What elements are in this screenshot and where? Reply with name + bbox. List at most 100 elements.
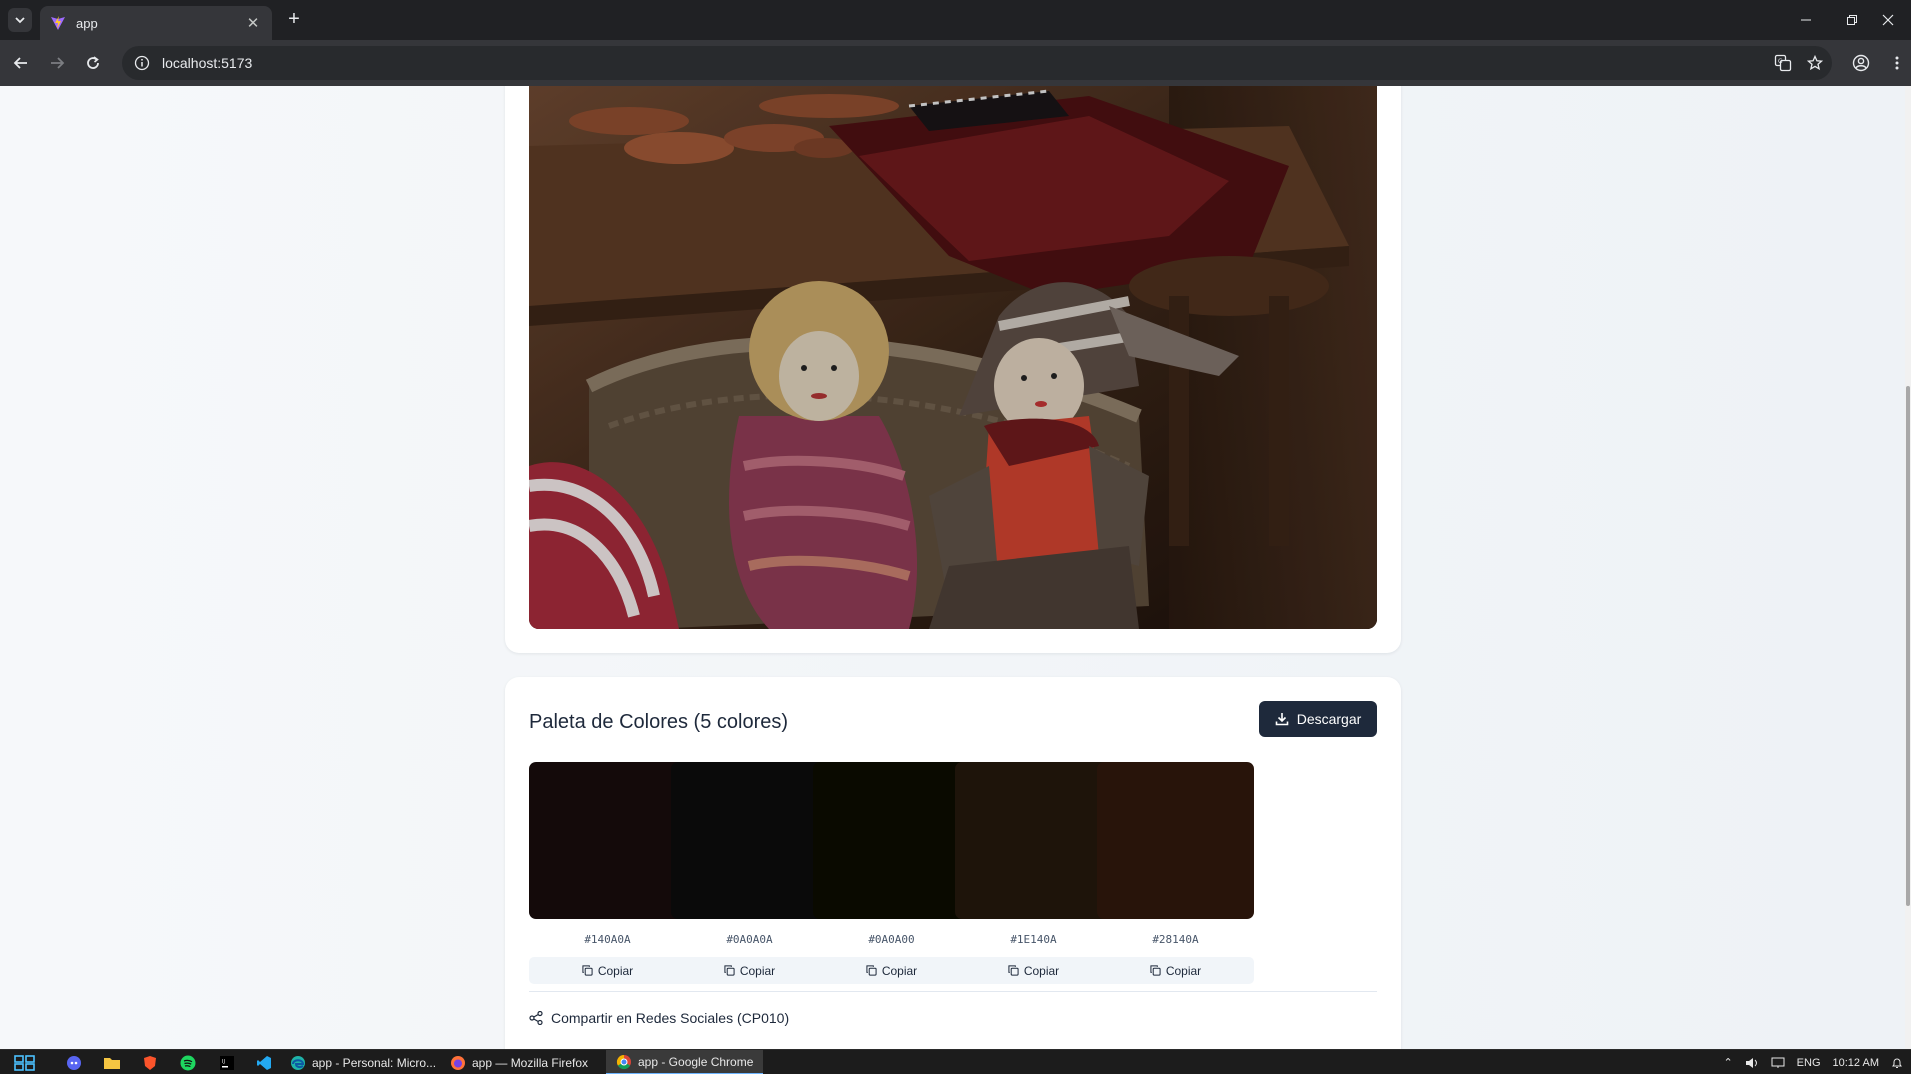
tab-title: app: [76, 15, 98, 31]
uploaded-photo: [529, 86, 1377, 629]
minimize-icon: [1801, 19, 1811, 21]
copy-label: Copiar: [597, 963, 634, 978]
language-indicator[interactable]: ENG: [1797, 1057, 1821, 1069]
discord-icon: [67, 1055, 81, 1070]
vscode-taskbar-icon[interactable]: [256, 1050, 272, 1074]
browser-menu-button[interactable]: [1884, 50, 1910, 76]
copy-label: Copiar: [1165, 963, 1202, 978]
system-tray: ⌃ ENG 10:12 AM: [1723, 1050, 1911, 1074]
brave-icon: [144, 1055, 156, 1070]
copy-button[interactable]: Copiar: [955, 957, 1112, 984]
translate-button[interactable]: G: [1768, 48, 1798, 78]
download-icon: [1275, 713, 1289, 726]
color-hex: #1E140A: [1010, 933, 1057, 946]
clock[interactable]: 10:12 AM: [1833, 1057, 1879, 1069]
notification-bell-icon[interactable]: [1891, 1057, 1903, 1069]
color-swatch[interactable]: [955, 762, 1112, 919]
browser-toolbar: localhost:5173 G: [0, 40, 1911, 86]
profile-button[interactable]: [1848, 50, 1874, 76]
color-swatch[interactable]: [813, 762, 970, 919]
color-item: #0A0A0A Copiar: [671, 762, 828, 984]
start-button[interactable]: [14, 1050, 36, 1074]
brave-taskbar-icon[interactable]: [142, 1050, 158, 1074]
palette-title: Paleta de Colores (5 colores): [529, 711, 789, 733]
translate-icon: G: [1774, 54, 1792, 72]
reload-button[interactable]: [80, 50, 106, 76]
scrollbar-thumb[interactable]: [1906, 386, 1910, 906]
windows-start-icon: [14, 1054, 35, 1071]
copy-icon: [1150, 965, 1161, 976]
color-swatch[interactable]: [671, 762, 828, 919]
edge-icon: [291, 1055, 305, 1070]
divider: [529, 991, 1377, 992]
browser-tab[interactable]: app ✕: [40, 6, 272, 40]
jetbrains-taskbar-icon[interactable]: IJ: [219, 1050, 235, 1074]
color-hex: #0A0A0A: [726, 933, 773, 946]
taskbar-app-firefox[interactable]: app — Mozilla Firefox: [450, 1050, 588, 1074]
address-bar[interactable]: localhost:5173 G: [122, 46, 1832, 80]
color-item: #28140A Copiar: [1097, 762, 1254, 984]
share-icon: [529, 1011, 543, 1025]
taskbar-app-edge[interactable]: app - Personal: Micro...: [290, 1050, 436, 1074]
color-hex: #28140A: [1152, 933, 1199, 946]
download-label: Descargar: [1296, 711, 1362, 727]
color-swatch[interactable]: [1097, 762, 1254, 919]
tab-search-button[interactable]: [8, 8, 32, 32]
color-swatch[interactable]: [529, 762, 686, 919]
share-section-header: Compartir en Redes Sociales (CP010): [529, 1010, 789, 1026]
copy-label: Copiar: [1023, 963, 1060, 978]
file-explorer-taskbar-icon[interactable]: [103, 1050, 121, 1074]
taskbar-app-label: app - Google Chrome: [638, 1054, 754, 1069]
page-scrollbar[interactable]: [1905, 86, 1911, 1049]
copy-icon: [582, 965, 593, 976]
spotify-taskbar-icon[interactable]: [180, 1050, 196, 1074]
svg-text:IJ: IJ: [222, 1059, 225, 1065]
color-hex: #140A0A: [584, 933, 631, 946]
spotify-icon: [180, 1055, 196, 1070]
network-icon[interactable]: [1771, 1057, 1785, 1069]
chrome-icon: [616, 1054, 631, 1069]
arrow-left-icon: [13, 57, 27, 69]
copy-icon: [866, 965, 877, 976]
firefox-icon: [451, 1055, 465, 1070]
copy-label: Copiar: [739, 963, 776, 978]
minimize-button[interactable]: [1783, 0, 1829, 40]
info-icon[interactable]: [134, 55, 150, 71]
os-taskbar: IJ app - Personal: Micro... app — Mozill…: [0, 1049, 1911, 1074]
copy-button[interactable]: Copiar: [1097, 957, 1254, 984]
taskbar-app-chrome[interactable]: app - Google Chrome: [606, 1050, 764, 1074]
taskbar-app-label: app - Personal: Micro...: [312, 1055, 437, 1070]
chevron-down-icon: [15, 17, 25, 24]
knitted-dolls-photo-icon: [529, 86, 1377, 629]
copy-icon: [724, 965, 735, 976]
arrow-right-icon: [51, 57, 65, 69]
more-vert-icon: [1895, 56, 1899, 70]
discord-taskbar-icon[interactable]: [66, 1050, 82, 1074]
copy-label: Copiar: [881, 963, 918, 978]
copy-button[interactable]: Copiar: [529, 957, 686, 984]
new-tab-button[interactable]: +: [282, 8, 306, 32]
palette-card: Paleta de Colores (5 colores) Descargar …: [505, 677, 1401, 1049]
tab-close-icon[interactable]: ✕: [244, 14, 262, 32]
color-item: #1E140A Copiar: [955, 762, 1112, 984]
close-window-button[interactable]: [1865, 0, 1911, 40]
color-hex: #0A0A00: [868, 933, 915, 946]
close-icon: [1882, 14, 1894, 26]
folder-icon: [104, 1057, 120, 1069]
copy-button[interactable]: Copiar: [671, 957, 828, 984]
color-item: #140A0A Copiar: [529, 762, 686, 984]
forward-button[interactable]: [44, 50, 70, 76]
tray-overflow-icon[interactable]: ⌃: [1723, 1056, 1732, 1069]
back-button[interactable]: [8, 50, 34, 76]
volume-icon[interactable]: [1745, 1057, 1759, 1069]
svg-text:G: G: [1778, 58, 1783, 65]
browser-tab-bar: app ✕ +: [0, 0, 1911, 40]
download-button[interactable]: Descargar: [1259, 701, 1377, 737]
profile-icon: [1852, 54, 1870, 72]
bookmark-button[interactable]: [1800, 48, 1830, 78]
reload-icon: [87, 56, 99, 69]
copy-icon: [1008, 965, 1019, 976]
copy-button[interactable]: Copiar: [813, 957, 970, 984]
restore-icon: [1847, 15, 1857, 25]
page-viewport: Paleta de Colores (5 colores) Descargar …: [0, 86, 1905, 1049]
